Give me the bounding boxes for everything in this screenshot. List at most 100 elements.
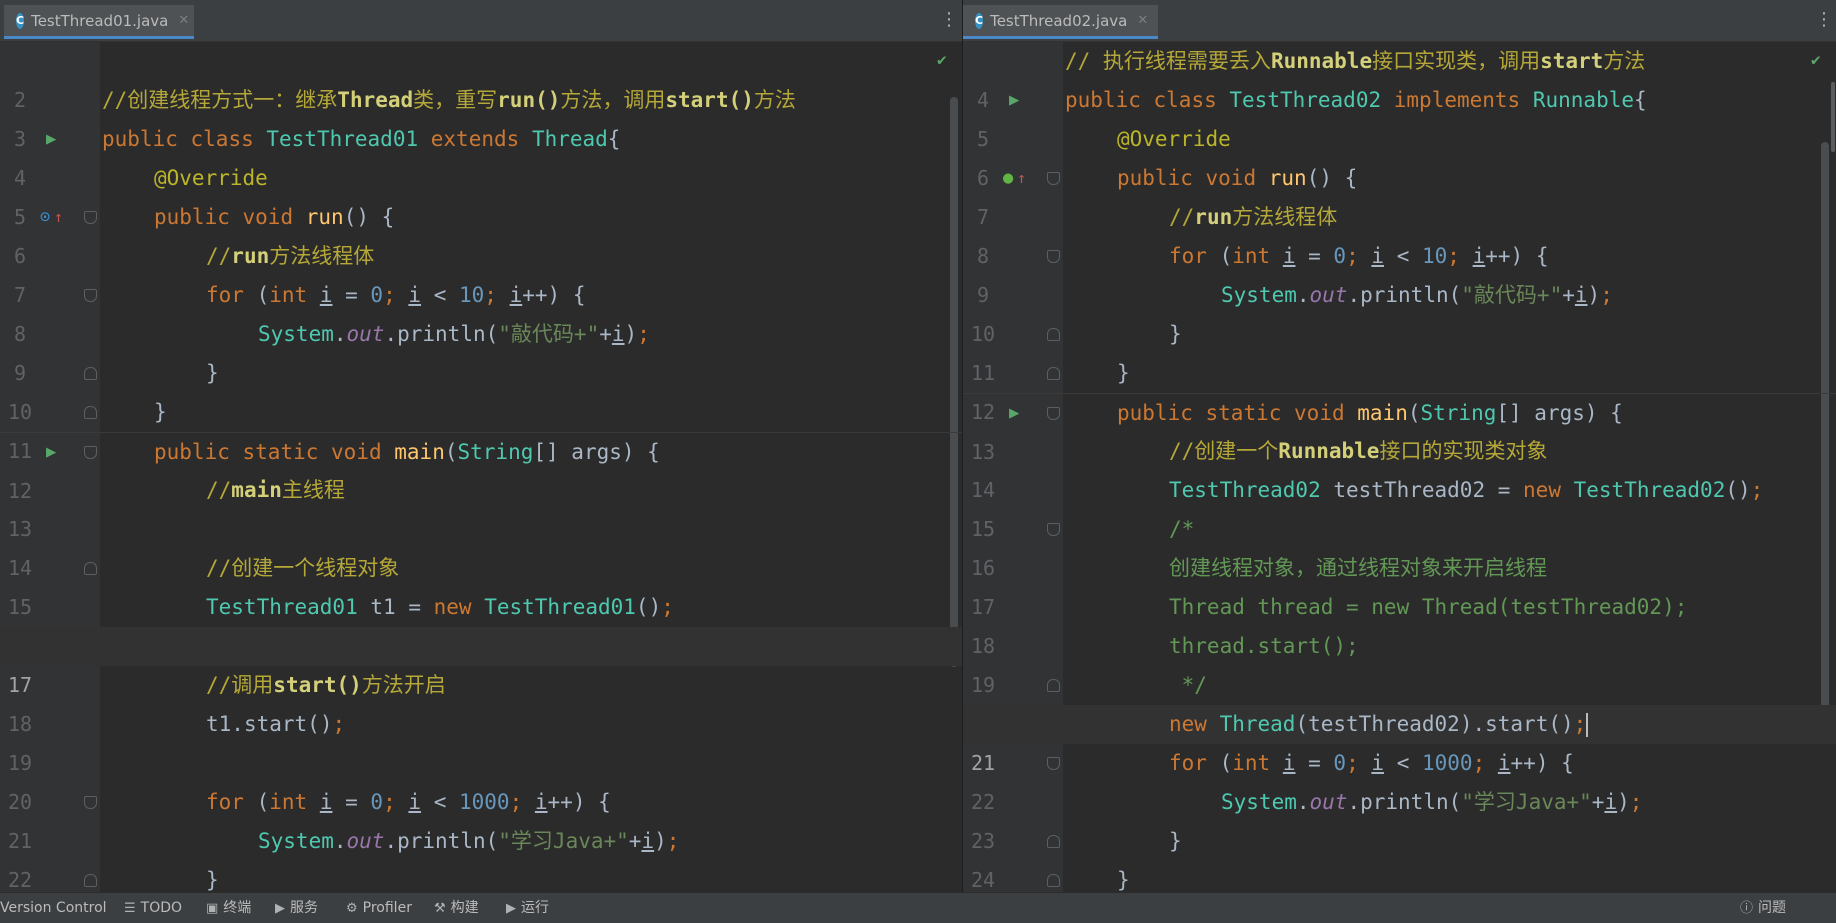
class-name: TestThread02 bbox=[1229, 88, 1382, 112]
run-label: 运行 bbox=[521, 900, 549, 916]
override-icon[interactable]: ⊙ bbox=[40, 198, 50, 237]
fold-icon[interactable] bbox=[84, 446, 97, 459]
comment: Runnable bbox=[1270, 49, 1373, 73]
code-line: 14 bbox=[0, 510, 962, 580]
type-name: Thread bbox=[1219, 712, 1296, 736]
annotation: @Override bbox=[1117, 127, 1231, 151]
type-name: String bbox=[457, 440, 534, 464]
keyword: public bbox=[1117, 401, 1193, 425]
code-line: 4 // 执行线程需要丢入Runnable接口实现类，调用start方法 bbox=[963, 42, 1836, 112]
parameter: args bbox=[1534, 401, 1585, 425]
fold-icon[interactable] bbox=[1047, 679, 1060, 692]
run-button[interactable]: ▶ 运行 bbox=[506, 893, 549, 923]
fold-icon[interactable] bbox=[1047, 523, 1060, 536]
variable: testThread02 bbox=[1333, 478, 1486, 502]
comment: start() bbox=[273, 673, 362, 697]
up-arrow-icon: ↑ bbox=[54, 208, 64, 226]
comment: run bbox=[231, 244, 270, 268]
comment: 接口的实现类对象 bbox=[1379, 439, 1548, 463]
type-name: System bbox=[258, 829, 334, 853]
java-class-icon: C bbox=[16, 12, 25, 29]
code-line: 2 bbox=[0, 42, 962, 112]
code-line: 18 //调用start()方法开启 bbox=[0, 666, 962, 736]
fold-icon[interactable] bbox=[84, 211, 97, 224]
code-line-current: 17 bbox=[0, 627, 962, 697]
variable: i bbox=[1282, 751, 1296, 775]
right-tab-bar: C TestThread02.java ✕ ⋮ bbox=[963, 0, 1836, 42]
tab-testthread02[interactable]: C TestThread02.java ✕ bbox=[963, 5, 1158, 39]
close-icon[interactable]: ✕ bbox=[1137, 13, 1148, 28]
code-line: 23 System.out.println("学习Java+"+i); bbox=[963, 783, 1836, 853]
variable: i bbox=[1497, 751, 1511, 775]
close-icon[interactable]: ✕ bbox=[178, 13, 189, 28]
tab-label: TestThread01.java bbox=[31, 11, 169, 30]
services-button[interactable]: ▶ 服务 bbox=[275, 893, 318, 923]
fold-icon[interactable] bbox=[1047, 874, 1060, 887]
fold-icon[interactable] bbox=[84, 289, 97, 302]
fold-icon[interactable] bbox=[84, 562, 97, 575]
comment: start bbox=[1540, 49, 1604, 73]
method-call: println bbox=[1360, 790, 1449, 814]
code-line-current: 21 new Thread(testThread02).start(); bbox=[963, 705, 1836, 775]
code-line: 10 } bbox=[0, 354, 962, 424]
fold-icon[interactable] bbox=[1047, 328, 1060, 341]
fold-icon[interactable] bbox=[1047, 407, 1060, 420]
comment: 方法开启 bbox=[361, 673, 446, 697]
right-code-editor[interactable]: ✔ 4 // 执行线程需要丢入Runnable接口实现类，调用start方法 5… bbox=[963, 42, 1836, 892]
fold-icon[interactable] bbox=[84, 367, 97, 380]
left-code-editor[interactable]: ✔ 2 3 //创建线程方式一：继承Thread类，重写run()方法，调用st… bbox=[0, 42, 962, 892]
terminal-label: 终端 bbox=[223, 900, 252, 916]
version-control-button[interactable]: Version Control bbox=[0, 893, 107, 923]
fold-icon[interactable] bbox=[1047, 172, 1060, 185]
run-icon[interactable]: ▶ bbox=[1009, 81, 1019, 120]
profiler-button[interactable]: ⚙ Profiler bbox=[346, 893, 412, 923]
comment: 方法线程体 bbox=[1232, 205, 1338, 229]
code-line: 13 ▶ public static void main(String[] ar… bbox=[963, 393, 1836, 464]
code-line: 16 TestThread01 t1 = new TestThread01(); bbox=[0, 588, 962, 658]
type-name: Runnable bbox=[1532, 88, 1635, 112]
code-line: 7 //run方法线程体 bbox=[0, 237, 962, 307]
class-name: TestThread02 bbox=[1169, 478, 1321, 502]
keyword: public bbox=[154, 205, 230, 229]
code-line: 6 ⊙ ↑ public void run() { bbox=[0, 198, 962, 268]
fold-icon[interactable] bbox=[1047, 367, 1060, 380]
keyword: void bbox=[1205, 166, 1257, 190]
more-options-icon[interactable]: ⋮ bbox=[940, 11, 958, 29]
keyword: new bbox=[1523, 478, 1561, 502]
run-icon[interactable]: ▶ bbox=[46, 433, 56, 472]
fold-icon[interactable] bbox=[84, 796, 97, 809]
terminal-button[interactable]: ▣ 终端 bbox=[206, 893, 251, 923]
services-icon: ▶ bbox=[275, 901, 285, 916]
class-name: TestThread01 bbox=[266, 127, 419, 151]
variable: i bbox=[408, 283, 422, 307]
fold-icon[interactable] bbox=[1047, 250, 1060, 263]
tab-testthread01[interactable]: C TestThread01.java ✕ bbox=[4, 5, 194, 39]
warning-icon: ⓘ bbox=[1740, 901, 1754, 916]
fold-icon[interactable] bbox=[84, 874, 97, 887]
variable: i bbox=[611, 322, 625, 346]
todo-button[interactable]: ☰ TODO bbox=[124, 893, 182, 923]
comment: 方法 bbox=[753, 88, 796, 112]
fold-icon[interactable] bbox=[1047, 835, 1060, 848]
todo-label: TODO bbox=[140, 900, 183, 916]
build-button[interactable]: ⚒ 构建 bbox=[434, 893, 479, 923]
more-options-icon[interactable]: ⋮ bbox=[1815, 11, 1833, 29]
code-line: 20 bbox=[0, 744, 962, 814]
comment: main bbox=[231, 478, 282, 502]
run-icon[interactable]: ▶ bbox=[46, 120, 56, 159]
keyword: new bbox=[433, 595, 472, 619]
implements-icon[interactable]: ● bbox=[1003, 159, 1013, 198]
tab-label: TestThread02.java bbox=[990, 11, 1128, 30]
problems-button[interactable]: ⓘ 问题 bbox=[1740, 893, 1786, 923]
run-icon[interactable]: ▶ bbox=[1009, 394, 1019, 433]
fold-icon[interactable] bbox=[84, 406, 97, 419]
comment: start() bbox=[665, 88, 754, 112]
comment: 方法线程体 bbox=[269, 244, 375, 268]
variable: i bbox=[1472, 244, 1486, 268]
fold-icon[interactable] bbox=[1047, 757, 1060, 770]
left-editor-pane: C TestThread01.java ✕ ⋮ ✔ 2 3 //创建线程方式一：… bbox=[0, 0, 962, 892]
keyword: for bbox=[206, 790, 244, 814]
keyword: extends bbox=[430, 127, 520, 151]
comment: 主线程 bbox=[281, 478, 345, 502]
keyword: new bbox=[1169, 712, 1207, 736]
